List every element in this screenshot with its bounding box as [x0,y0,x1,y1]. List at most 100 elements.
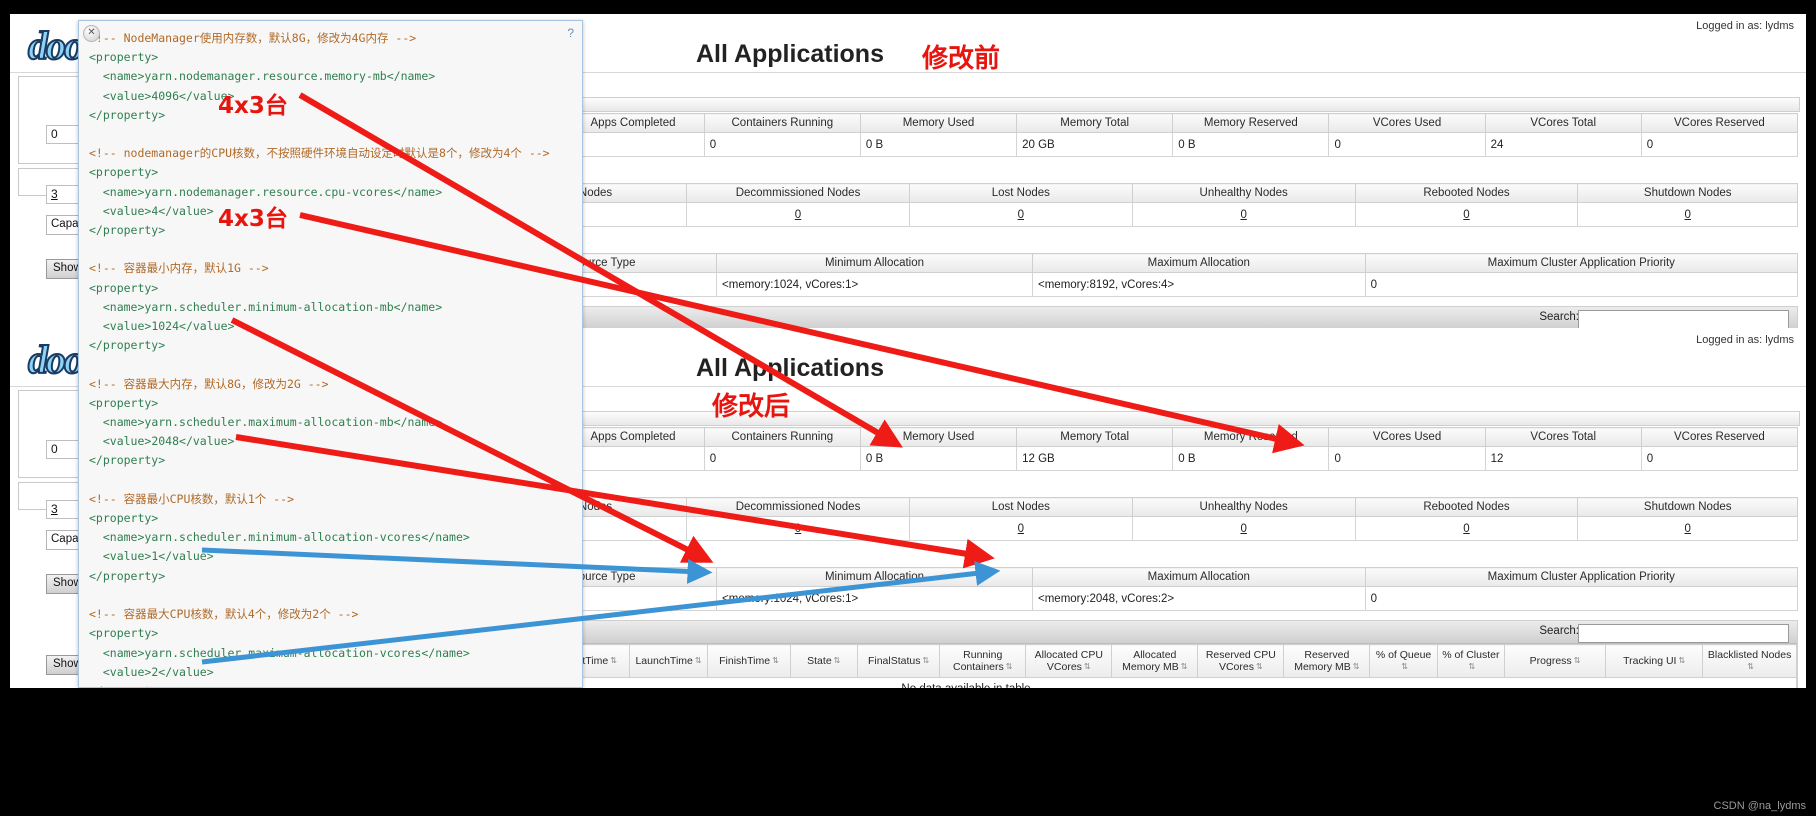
sort-arrow-icon: ⇅ [694,656,702,666]
sort-arrow-icon: ⇅ [1083,662,1091,672]
cell-rebooted-nodes: 0 [1354,202,1579,227]
col-reserved-memory-mb[interactable]: Reserved Memory MB⇅ [1283,643,1371,679]
annotation-4x3-memory: 4x3台 [218,93,288,119]
code-line: <!-- 容器最大CPU核数，默认4个，修改为2个 --> [89,607,359,622]
sort-arrow-icon: ⇅ [1180,662,1188,672]
cell-memory-used: 0 B [859,132,1018,157]
col-decommissioned-nodes[interactable]: Decommissioned Nodes [686,183,910,203]
col-allocated-cpu-vcores[interactable]: Allocated CPU VCores⇅ [1025,643,1113,679]
col-minimum-allocation[interactable]: Minimum Allocation [716,567,1033,587]
col-progress[interactable]: Progress⇅ [1504,643,1607,679]
sort-arrow-icon: ⇅ [922,656,930,666]
col-memory-reserved[interactable]: Memory Reserved [1172,113,1330,133]
watermark: CSDN @na_lydms [1713,800,1806,812]
col-containers-running[interactable]: Containers Running [703,113,861,133]
sort-arrow-icon: ⇅ [833,656,841,666]
code-line: <property> [89,511,159,526]
col-containers-running[interactable]: Containers Running [703,427,861,447]
col-memory-used[interactable]: Memory Used [859,113,1018,133]
search-input[interactable] [1578,624,1789,643]
logged-in-label: Logged in as: lydms [1696,20,1794,32]
code-line: <value>4</value> [102,203,214,218]
sort-arrow-icon: ⇅ [1352,662,1360,672]
col-minimum-allocation[interactable]: Minimum Allocation [716,253,1033,273]
col-vcores-reserved[interactable]: VCores Reserved [1640,427,1799,447]
code-body: <!-- NodeManager使用内存数，默认8G，修改为4G内存 --> <p… [79,21,582,687]
col-max-cluster-app-priority[interactable]: Maximum Cluster Application Priority [1364,253,1799,273]
col-blacklisted-nodes[interactable]: Blacklisted Nodes⇅ [1702,643,1797,679]
col-vcores-used[interactable]: VCores Used [1328,113,1486,133]
col-finalstatus[interactable]: FinalStatus⇅ [856,643,941,679]
cell-memory-reserved: 0 B [1172,132,1330,157]
search-input[interactable] [1578,310,1789,329]
code-line: <value>1024</value> [102,319,235,334]
col-lost-nodes[interactable]: Lost Nodes [908,497,1133,517]
rebooted-nodes-link[interactable]: 0 [1463,209,1469,221]
unhealthy-nodes-link[interactable]: 0 [1240,209,1246,221]
col-pct-of-queue[interactable]: % of Queue⇅ [1369,643,1438,679]
col-label: Allocated CPU VCores [1034,649,1103,674]
col-label: FinalStatus [867,655,921,668]
col-rebooted-nodes[interactable]: Rebooted Nodes [1354,183,1579,203]
unhealthy-nodes-link[interactable]: 0 [1240,523,1246,535]
shutdown-nodes-link[interactable]: 0 [1685,209,1691,221]
col-maximum-allocation[interactable]: Maximum Allocation [1032,567,1366,587]
col-shutdown-nodes[interactable]: Shutdown Nodes [1577,497,1798,517]
col-tracking-ui[interactable]: Tracking UI⇅ [1605,643,1704,679]
col-pct-of-cluster[interactable]: % of Cluster⇅ [1436,643,1506,679]
col-reserved-cpu-vcores[interactable]: Reserved CPU VCores⇅ [1197,643,1285,679]
col-memory-reserved[interactable]: Memory Reserved [1172,427,1330,447]
metric-value-after-2: 3 [46,500,80,519]
logged-in-label: Logged in as: lydms [1696,334,1794,346]
col-memory-total[interactable]: Memory Total [1016,113,1174,133]
col-vcores-reserved[interactable]: VCores Reserved [1640,113,1799,133]
col-rebooted-nodes[interactable]: Rebooted Nodes [1354,497,1579,517]
cell-max-cluster-app-priority: 0 [1364,586,1799,611]
rebooted-nodes-link[interactable]: 0 [1463,523,1469,535]
sort-arrow-icon: ⇅ [1678,656,1686,666]
cell-memory-reserved: 0 B [1172,446,1330,471]
col-decommissioned-nodes[interactable]: Decommissioned Nodes [686,497,910,517]
col-allocated-memory-mb[interactable]: Allocated Memory MB⇅ [1111,643,1199,679]
annotation-after: 修改后 [712,392,791,422]
col-label: Running Containers [952,649,1004,674]
col-unhealthy-nodes[interactable]: Unhealthy Nodes [1131,497,1356,517]
col-memory-total[interactable]: Memory Total [1016,427,1174,447]
help-icon[interactable]: ? [567,26,574,40]
col-max-cluster-app-priority[interactable]: Maximum Cluster Application Priority [1364,567,1799,587]
col-vcores-used[interactable]: VCores Used [1328,427,1486,447]
col-label: Progress [1529,655,1572,668]
col-label: Reserved CPU VCores [1205,649,1276,674]
sort-arrow-icon: ⇅ [610,656,617,666]
col-vcores-total[interactable]: VCores Total [1484,113,1642,133]
lost-nodes-link[interactable]: 0 [1018,209,1024,221]
decommissioned-nodes-link[interactable]: 0 [795,523,801,535]
col-label: FinishTime [719,655,771,668]
col-lost-nodes[interactable]: Lost Nodes [908,183,1133,203]
col-running-containers[interactable]: Running Containers⇅ [939,643,1027,679]
code-line: <name>yarn.scheduler.minimum-allocation-… [102,299,443,314]
cell-maximum-allocation: <memory:2048, vCores:2> [1032,586,1366,611]
col-apps-completed[interactable]: Apps Completed [561,427,705,447]
metric-value-before-2: 3 [46,185,80,204]
code-line: </property> [89,338,166,353]
col-shutdown-nodes[interactable]: Shutdown Nodes [1577,183,1798,203]
col-unhealthy-nodes[interactable]: Unhealthy Nodes [1131,183,1356,203]
close-icon[interactable]: ✕ [83,25,100,42]
code-line: <property> [89,165,159,180]
cell-decommissioned-nodes: 0 [686,516,910,541]
col-apps-completed[interactable]: Apps Completed [561,113,705,133]
col-launchtime[interactable]: LaunchTime⇅ [628,643,709,679]
col-memory-used[interactable]: Memory Used [859,427,1018,447]
code-line: <!-- 容器最小CPU核数，默认1个 --> [89,491,295,506]
decommissioned-nodes-link[interactable]: 0 [795,209,801,221]
col-state[interactable]: State⇅ [789,643,858,679]
col-vcores-total[interactable]: VCores Total [1484,427,1642,447]
shutdown-nodes-link[interactable]: 0 [1685,523,1691,535]
lost-nodes-link[interactable]: 0 [1018,523,1024,535]
col-finishtime[interactable]: FinishTime⇅ [707,643,791,679]
col-maximum-allocation[interactable]: Maximum Allocation [1032,253,1366,273]
cell-shutdown-nodes: 0 [1577,516,1798,541]
